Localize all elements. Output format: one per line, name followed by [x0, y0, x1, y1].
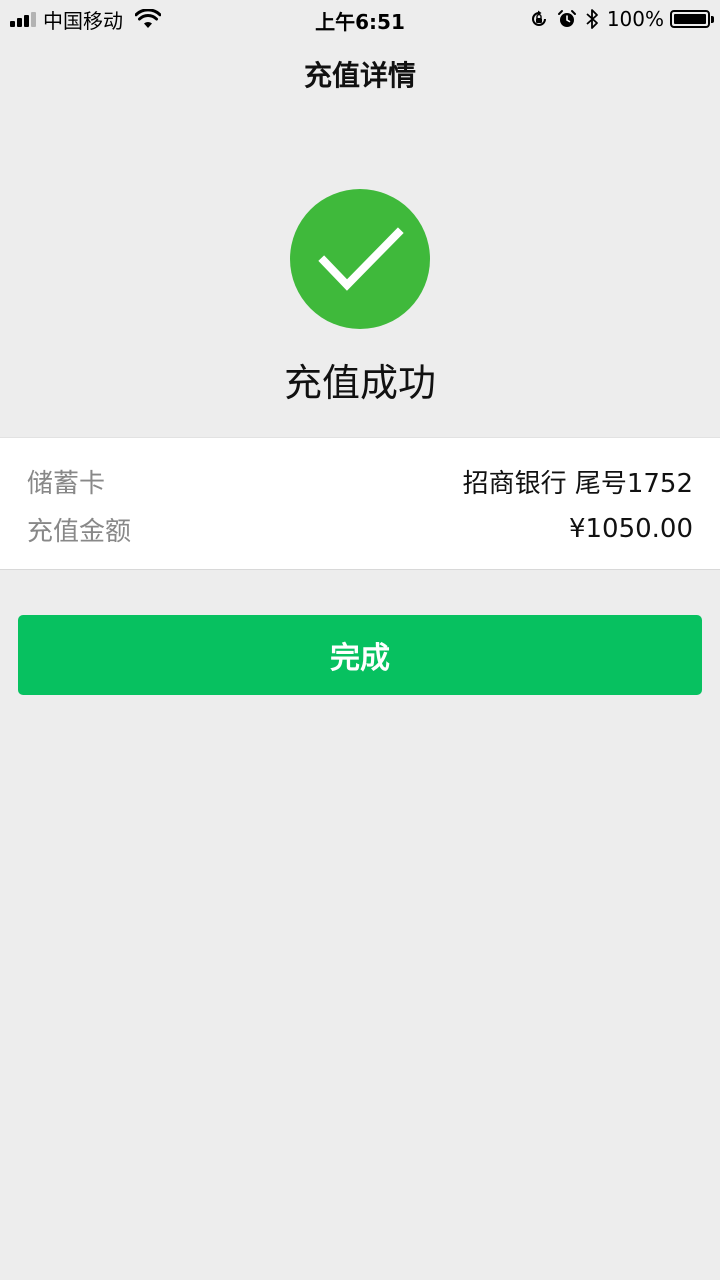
- done-button[interactable]: 完成: [18, 615, 702, 695]
- status-right: 100%: [521, 6, 714, 32]
- battery-icon: [670, 10, 714, 28]
- details-card: 储蓄卡 招商银行 尾号1752 充值金额 ¥1050.00: [0, 437, 720, 570]
- status-bar: 中国移动 上午6:51 100%: [0, 0, 720, 38]
- detail-label: 充值金额: [27, 516, 132, 547]
- orientation-lock-icon: [531, 10, 546, 26]
- battery-percent: 100%: [606, 7, 664, 31]
- result-text: 充值成功: [283, 361, 436, 405]
- detail-row-card: 储蓄卡 招商银行 尾号1752: [27, 461, 693, 501]
- alarm-icon: [557, 10, 576, 27]
- bluetooth-icon: [586, 9, 598, 29]
- detail-value: 招商银行 尾号1752: [462, 468, 693, 499]
- page-title: 充值详情: [303, 59, 416, 92]
- detail-label: 储蓄卡: [27, 468, 106, 499]
- checkmark-circle-icon: [290, 189, 430, 329]
- detail-value: ¥1050.00: [568, 514, 693, 544]
- detail-row-amount: 充值金额 ¥1050.00: [27, 509, 693, 549]
